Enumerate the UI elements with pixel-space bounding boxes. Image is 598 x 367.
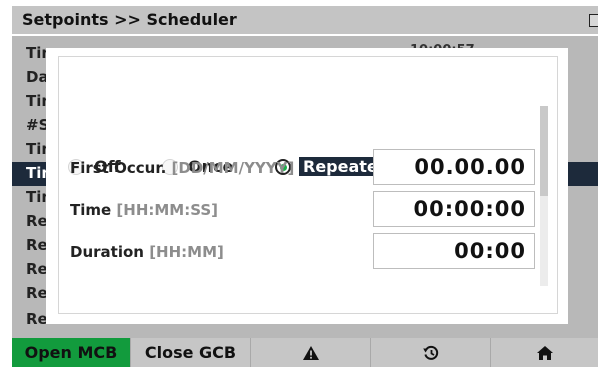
field-unit: [HH:MM] — [149, 243, 224, 261]
bottom-toolbar: Open MCB Close GCB — [12, 338, 598, 367]
list-item-label: Re — [26, 284, 48, 302]
field-unit: [HH:MM:SS] — [116, 201, 219, 219]
open-mcb-button[interactable]: Open MCB — [12, 338, 131, 367]
scrollbar-thumb[interactable] — [540, 106, 548, 196]
first-occurrence-row: First Occur. [DD/MM/YYYY] 00.00.00 — [70, 149, 536, 185]
time-value: 00:00:00 — [413, 197, 526, 221]
close-gcb-label: Close GCB — [144, 343, 237, 362]
home-icon — [536, 346, 553, 360]
list-item-label: Re — [26, 260, 48, 278]
list-item-label: Re — [26, 310, 48, 328]
home-button[interactable] — [491, 338, 598, 367]
field-label: Duration — [70, 243, 144, 261]
duration-value: 00:00 — [454, 239, 526, 263]
field-label: First Occur. — [70, 159, 167, 177]
window-corner-icon — [589, 14, 598, 27]
duration-field[interactable]: 00:00 — [373, 233, 535, 269]
title-bar: Setpoints >> Scheduler — [12, 6, 598, 34]
history-icon — [422, 345, 438, 360]
first-occurrence-label: First Occur. [DD/MM/YYYY] — [70, 159, 294, 177]
time-row: Time [HH:MM:SS] 00:00:00 — [70, 191, 536, 227]
first-occurrence-value: 00.00.00 — [414, 155, 526, 179]
field-label: Time — [70, 201, 112, 219]
dialog-frame — [58, 56, 558, 314]
list-item-label: Re — [26, 212, 48, 230]
list-item-label: Re — [26, 236, 48, 254]
time-label: Time [HH:MM:SS] — [70, 201, 218, 219]
open-mcb-label: Open MCB — [24, 343, 118, 362]
close-gcb-button[interactable]: Close GCB — [131, 338, 251, 367]
alarm-button[interactable] — [251, 338, 371, 367]
dialog-scrollbar[interactable] — [540, 106, 548, 286]
scheduler-dialog: Off Once Repeated First Occur. [DD/MM/YY… — [46, 48, 568, 324]
scheduler-screen: Setpoints >> Scheduler Tin Da Tin #Su Ti… — [0, 0, 598, 367]
warning-icon — [302, 346, 319, 360]
duration-label: Duration [HH:MM] — [70, 243, 224, 261]
duration-row: Duration [HH:MM] 00:00 — [70, 233, 536, 269]
time-field[interactable]: 00:00:00 — [373, 191, 535, 227]
history-button[interactable] — [371, 338, 491, 367]
first-occurrence-field[interactable]: 00.00.00 — [373, 149, 535, 185]
field-unit: [DD/MM/YYYY] — [171, 159, 295, 177]
page-title: Setpoints >> Scheduler — [22, 10, 237, 29]
